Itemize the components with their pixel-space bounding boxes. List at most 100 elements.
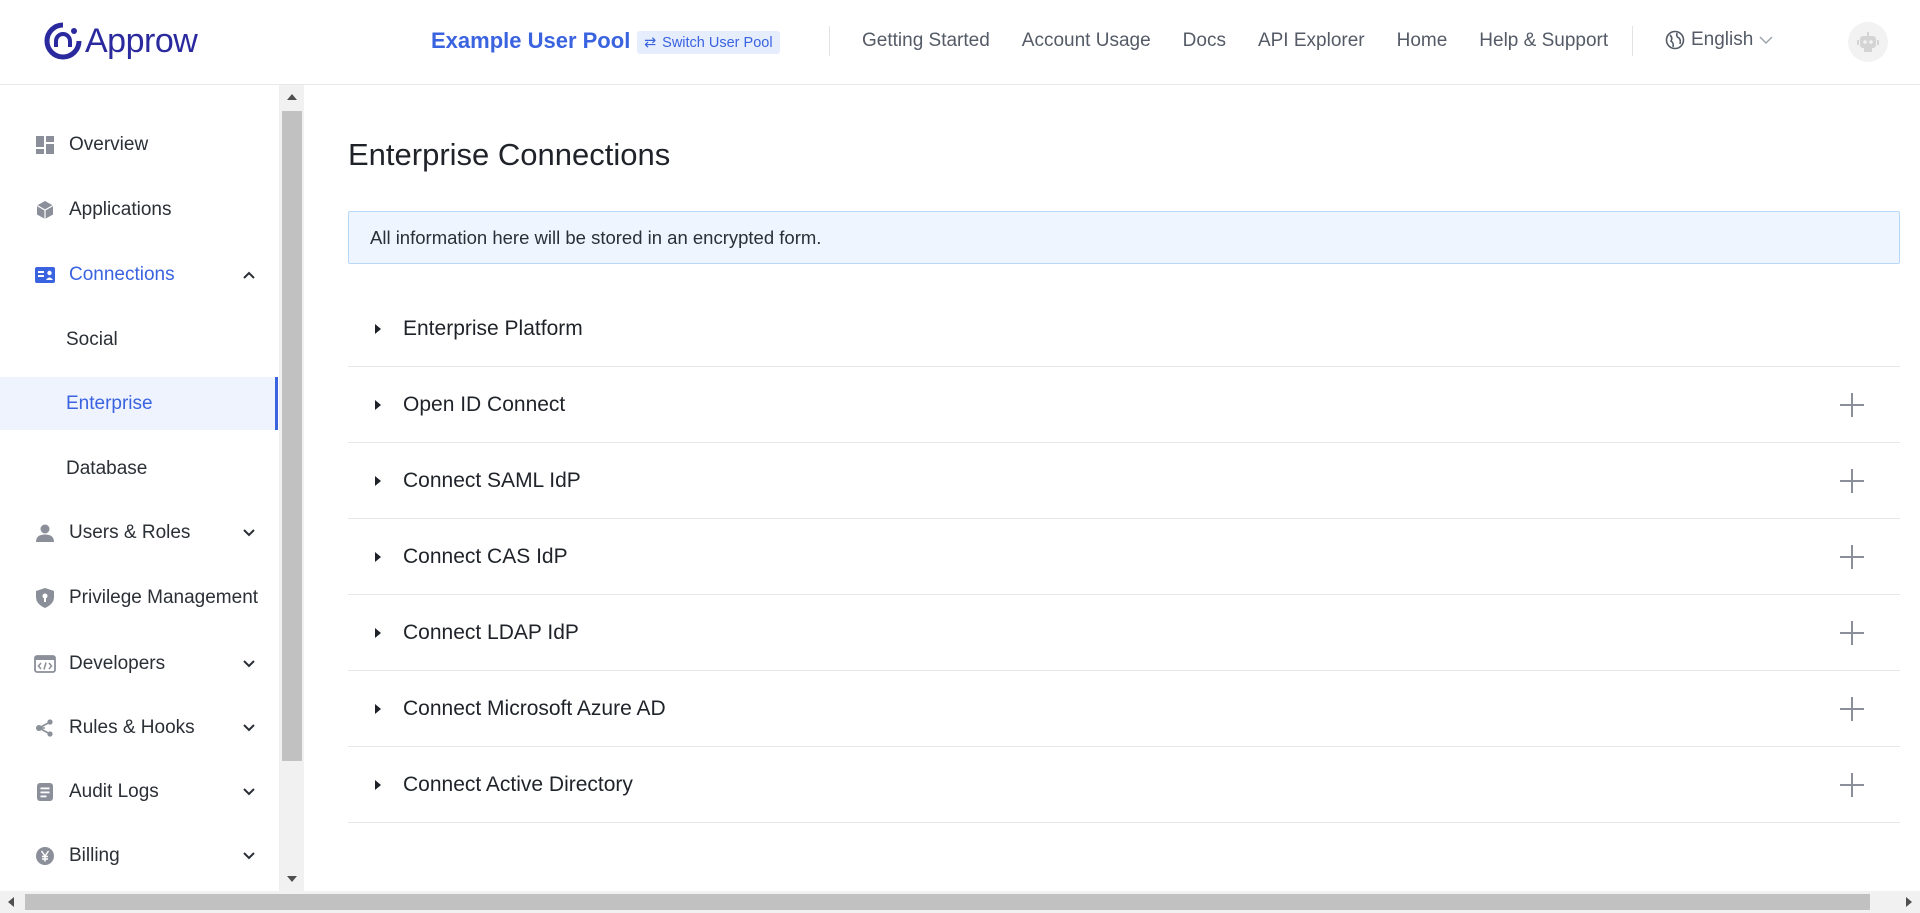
top-nav: Getting Started Account Usage Docs API E… xyxy=(862,30,1640,52)
sidebar-item-label: Billing xyxy=(69,845,120,866)
connection-name: Connect SAML IdP xyxy=(403,468,581,492)
plus-icon[interactable] xyxy=(1840,696,1864,721)
globe-icon xyxy=(1665,30,1685,50)
sidebar-item-applications[interactable]: Applications xyxy=(0,185,278,235)
connection-row-enterprise-platform[interactable]: Enterprise Platform xyxy=(348,291,1900,367)
connection-row-saml[interactable]: Connect SAML IdP xyxy=(348,443,1900,519)
sidebar-item-overview[interactable]: Overview xyxy=(0,120,278,170)
dashboard-icon xyxy=(34,134,56,156)
plus-icon[interactable] xyxy=(1840,544,1864,569)
share-nodes-icon xyxy=(34,717,56,739)
caret-right-icon xyxy=(375,703,381,714)
user-icon xyxy=(34,522,56,544)
chevron-down-icon xyxy=(1759,36,1773,44)
yen-coin-icon xyxy=(34,845,56,867)
connection-row-active-directory[interactable]: Connect Active Directory xyxy=(348,747,1900,823)
scroll-right-arrow-icon[interactable] xyxy=(1906,897,1912,907)
caret-right-icon xyxy=(375,475,381,486)
connection-name: Connect Microsoft Azure AD xyxy=(403,696,666,720)
page-title: Enterprise Connections xyxy=(348,137,671,172)
scroll-down-arrow-icon[interactable] xyxy=(287,876,297,882)
sidebar-item-label: Audit Logs xyxy=(69,781,159,802)
chevron-down-icon xyxy=(240,719,258,737)
header-divider xyxy=(829,26,830,56)
language-selector[interactable]: English xyxy=(1665,29,1773,51)
nav-getting-started[interactable]: Getting Started xyxy=(862,30,990,52)
language-label: English xyxy=(1691,29,1754,50)
scroll-up-arrow-icon[interactable] xyxy=(287,94,297,100)
caret-right-icon xyxy=(375,779,381,790)
caret-right-icon xyxy=(375,551,381,562)
connection-row-ldap[interactable]: Connect LDAP IdP xyxy=(348,595,1900,671)
logo-icon xyxy=(44,22,82,60)
sidebar-subitem-database[interactable]: Database xyxy=(0,442,278,495)
connection-row-cas[interactable]: Connect CAS IdP xyxy=(348,519,1900,595)
sidebar-item-connections[interactable]: Connections xyxy=(0,250,278,300)
sidebar-item-rules-hooks[interactable]: Rules & Hooks xyxy=(0,703,278,753)
nav-api-explorer[interactable]: API Explorer xyxy=(1258,30,1365,52)
connection-name: Open ID Connect xyxy=(403,392,566,416)
sidebar-subitem-enterprise[interactable]: Enterprise xyxy=(0,377,278,430)
app-logo[interactable]: Approw xyxy=(43,19,198,63)
plus-icon[interactable] xyxy=(1840,392,1864,417)
sidebar-subitem-label: Database xyxy=(66,457,148,479)
caret-right-icon xyxy=(375,399,381,410)
sidebar-item-privilege-management[interactable]: Privilege Management xyxy=(0,573,278,623)
sidebar-item-developers[interactable]: Developers xyxy=(0,639,278,689)
user-pool-name: Example User Pool xyxy=(431,28,631,53)
switch-user-pool-label: Switch User Pool xyxy=(662,34,773,51)
nav-help-support[interactable]: Help & Support xyxy=(1479,30,1608,52)
shield-icon xyxy=(34,587,56,609)
connection-row-azure-ad[interactable]: Connect Microsoft Azure AD xyxy=(348,671,1900,747)
connection-name: Enterprise Platform xyxy=(403,316,583,340)
top-header: Approw Example User Pool ⇄ Switch User P… xyxy=(0,0,1920,85)
plus-icon[interactable] xyxy=(1840,772,1864,797)
nav-docs[interactable]: Docs xyxy=(1183,30,1226,52)
sidebar-item-label: Connections xyxy=(69,264,175,285)
sidebar-subitem-label: Enterprise xyxy=(66,392,153,414)
robot-icon xyxy=(1857,32,1879,52)
code-window-icon xyxy=(34,653,56,675)
sidebar: Overview Applications Connections Social… xyxy=(0,85,280,891)
switch-user-pool-button[interactable]: ⇄ Switch User Pool xyxy=(637,31,780,54)
sidebar-subitem-social[interactable]: Social xyxy=(0,313,278,366)
connection-row-open-id-connect[interactable]: Open ID Connect xyxy=(348,367,1900,443)
nav-home[interactable]: Home xyxy=(1397,30,1448,52)
chevron-up-icon xyxy=(240,266,258,284)
connection-name: Connect Active Directory xyxy=(403,772,633,796)
connection-name: Connect LDAP IdP xyxy=(403,620,579,644)
sidebar-item-label: Developers xyxy=(69,653,166,674)
plus-icon[interactable] xyxy=(1840,620,1864,645)
sidebar-item-billing[interactable]: Billing xyxy=(0,831,278,881)
scrollbar-thumb[interactable] xyxy=(282,111,302,761)
caret-right-icon xyxy=(375,323,381,334)
sidebar-scrollbar[interactable] xyxy=(280,85,304,891)
chevron-down-icon xyxy=(240,783,258,801)
swap-arrows-icon: ⇄ xyxy=(644,34,657,51)
logo-text: Approw xyxy=(85,21,198,60)
sidebar-item-label: Privilege Management xyxy=(69,587,259,608)
cube-icon xyxy=(34,199,56,221)
sidebar-item-audit-logs[interactable]: Audit Logs xyxy=(0,767,278,817)
chevron-down-icon xyxy=(240,847,258,865)
chevron-down-icon xyxy=(240,524,258,542)
sidebar-item-label: Rules & Hooks xyxy=(69,717,195,738)
sidebar-subitem-label: Social xyxy=(66,328,118,350)
main-content: Enterprise Connections All information h… xyxy=(304,85,1920,891)
document-icon xyxy=(34,781,56,803)
scrollbar-thumb[interactable] xyxy=(25,894,1870,910)
info-alert: All information here will be stored in a… xyxy=(348,211,1900,264)
header-divider xyxy=(1632,26,1633,56)
connection-name: Connect CAS IdP xyxy=(403,544,568,568)
sidebar-item-users-roles[interactable]: Users & Roles xyxy=(0,508,278,558)
scroll-left-arrow-icon[interactable] xyxy=(8,897,14,907)
sidebar-item-label: Applications xyxy=(69,199,172,220)
plus-icon[interactable] xyxy=(1840,468,1864,493)
avatar[interactable] xyxy=(1848,22,1888,62)
info-alert-text: All information here will be stored in a… xyxy=(370,226,822,248)
chevron-down-icon xyxy=(240,655,258,673)
nav-account-usage[interactable]: Account Usage xyxy=(1022,30,1151,52)
caret-right-icon xyxy=(375,627,381,638)
horizontal-scrollbar[interactable] xyxy=(0,891,1920,913)
sidebar-item-label: Users & Roles xyxy=(69,522,191,543)
